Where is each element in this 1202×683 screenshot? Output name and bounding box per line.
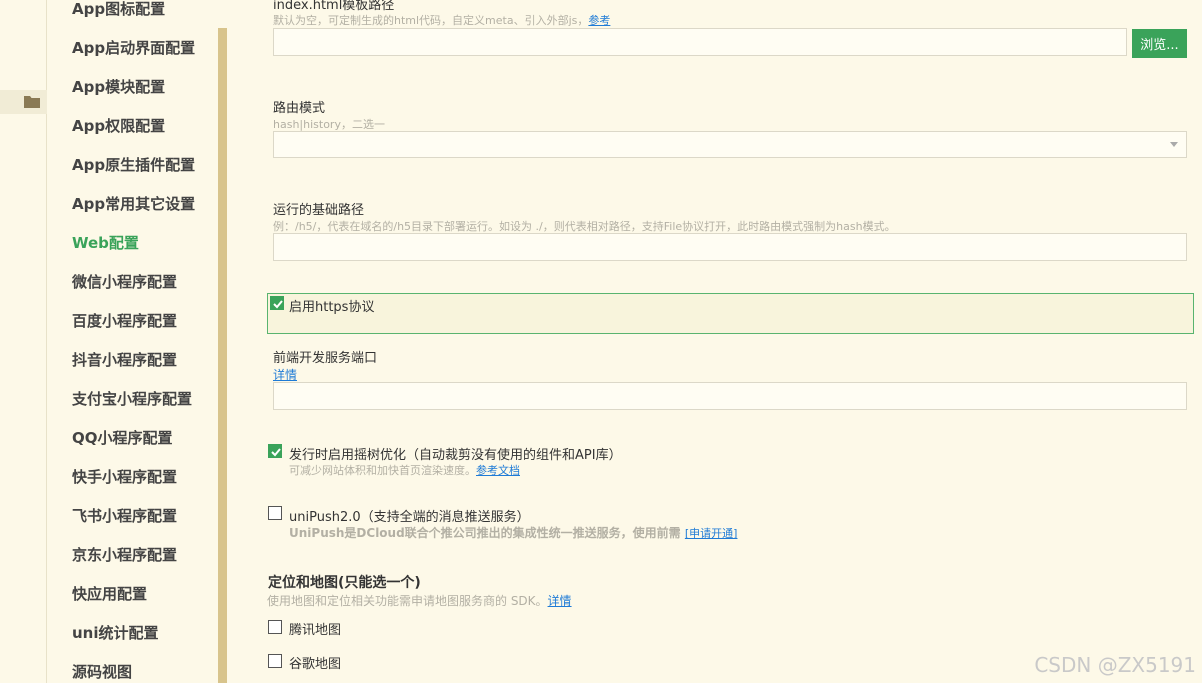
nav-item-douyin-mp[interactable]: 抖音小程序配置 [72, 350, 177, 370]
template-path-hint: 默认为空，可定制生成的html代码，自定义meta、引入外部js，参考 [273, 12, 610, 28]
nav-item-alipay-mp[interactable]: 支付宝小程序配置 [72, 389, 192, 409]
treeshaking-hint: 可减少网站体积和加快首页渲染速度。参考文档 [289, 462, 520, 478]
folder-icon [24, 96, 40, 108]
maps-details-link[interactable]: 详情 [548, 594, 572, 608]
nav-item-app-other-settings[interactable]: App常用其它设置 [72, 194, 195, 214]
check-icon [273, 300, 283, 309]
nav-item-web[interactable]: Web配置 [72, 233, 139, 253]
dev-port-hint: 详情 [273, 366, 297, 383]
nav-item-feishu-mp[interactable]: 飞书小程序配置 [72, 506, 177, 526]
nav-item-qq-mp[interactable]: QQ小程序配置 [72, 428, 173, 448]
web-settings-panel: index.html模板路径 默认为空，可定制生成的html代码，自定义meta… [227, 0, 1202, 683]
maps-hint: 使用地图和定位相关功能需申请地图服务商的 SDK。详情 [267, 592, 572, 609]
browse-button[interactable]: 浏览... [1132, 29, 1187, 58]
unipush-apply-link[interactable]: [申请开通] [685, 527, 738, 540]
settings-nav: App图标配置 App启动界面配置 App模块配置 App权限配置 App原生插… [47, 0, 218, 683]
template-path-ref-link[interactable]: 参考 [588, 14, 610, 27]
nav-item-uni-stat[interactable]: uni统计配置 [72, 623, 159, 643]
https-checkbox[interactable] [270, 296, 284, 310]
dev-port-label: 前端开发服务端口 [273, 351, 378, 366]
nav-item-quickapp[interactable]: 快应用配置 [72, 584, 147, 604]
google-map-label: 谷歌地图 [289, 657, 342, 672]
dev-port-details-link[interactable]: 详情 [273, 368, 297, 382]
dev-port-input[interactable] [273, 382, 1187, 410]
treeshaking-checkbox[interactable] [268, 444, 282, 458]
unipush-hint-text: UniPush是DCloud联合个推公司推出的集成性统一推送服务，使用前需 [289, 526, 681, 540]
treeshaking-hint-text: 可减少网站体积和加快首页渲染速度。 [289, 464, 476, 477]
nav-item-app-permissions[interactable]: App权限配置 [72, 116, 165, 136]
nav-item-baidu-mp[interactable]: 百度小程序配置 [72, 311, 177, 331]
google-map-checkbox[interactable] [268, 654, 282, 668]
base-path-input[interactable] [273, 233, 1187, 261]
chevron-down-icon [1170, 142, 1178, 147]
unipush-label: uniPush2.0（支持全端的消息推送服务） [289, 510, 530, 525]
manifest-editor: App图标配置 App启动界面配置 App模块配置 App权限配置 App原生插… [0, 0, 1202, 683]
template-path-hint-text: 默认为空，可定制生成的html代码，自定义meta、引入外部js， [273, 14, 589, 27]
file-tree-gutter [0, 0, 47, 683]
base-path-label: 运行的基础路径 [273, 203, 365, 218]
watermark: CSDN @ZX5191 [1034, 653, 1196, 677]
router-mode-hint: hash|history，二选一 [273, 118, 385, 131]
nav-item-app-modules[interactable]: App模块配置 [72, 77, 165, 97]
nav-item-jd-mp[interactable]: 京东小程序配置 [72, 545, 177, 565]
nav-item-kuaishou-mp[interactable]: 快手小程序配置 [72, 467, 177, 487]
router-mode-select[interactable] [273, 131, 1187, 158]
nav-item-app-icon[interactable]: App图标配置 [72, 0, 165, 19]
unipush-hint: UniPush是DCloud联合个推公司推出的集成性统一推送服务，使用前需 [申… [289, 524, 737, 541]
nav-item-app-splash[interactable]: App启动界面配置 [72, 38, 195, 58]
nav-item-app-native-plugins[interactable]: App原生插件配置 [72, 155, 195, 175]
maps-section-title: 定位和地图(只能选一个) [268, 575, 421, 591]
base-path-hint: 例：/h5/，代表在域名的/h5目录下部署运行。如设为 ./，则代表相对路径，支… [273, 220, 896, 233]
unipush-checkbox[interactable] [268, 506, 282, 520]
maps-hint-text: 使用地图和定位相关功能需申请地图服务商的 SDK。 [267, 594, 548, 608]
nav-scrollbar[interactable] [218, 28, 227, 683]
https-option-box [267, 293, 1194, 334]
tencent-map-label: 腾讯地图 [289, 623, 342, 638]
treeshaking-label: 发行时启用摇树优化（自动裁剪没有使用的组件和API库） [289, 448, 622, 463]
treeshaking-docs-link[interactable]: 参考文档 [476, 464, 520, 477]
check-icon [271, 448, 281, 457]
https-label: 启用https协议 [289, 300, 375, 315]
tencent-map-checkbox[interactable] [268, 620, 282, 634]
nav-item-source-view[interactable]: 源码视图 [72, 662, 132, 682]
nav-item-weixin-mp[interactable]: 微信小程序配置 [72, 272, 177, 292]
template-path-input[interactable] [273, 28, 1127, 56]
router-mode-label: 路由模式 [273, 101, 326, 116]
